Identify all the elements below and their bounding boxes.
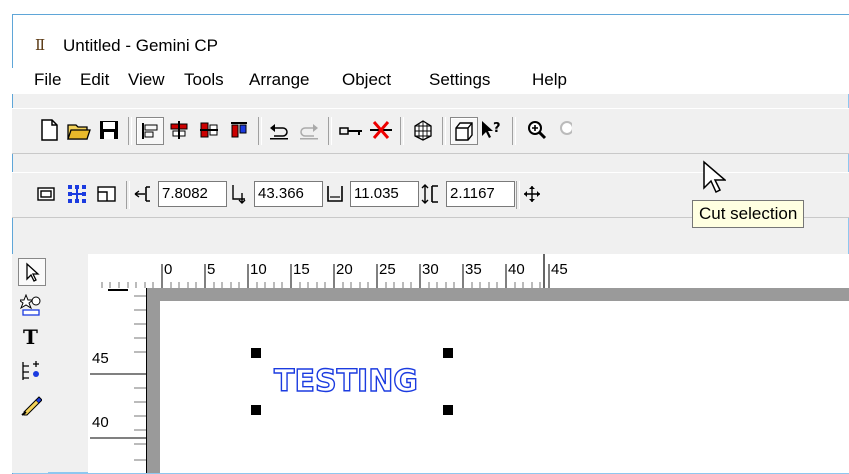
menu-edit[interactable]: Edit — [80, 68, 109, 92]
toolbar-separator — [126, 181, 130, 209]
ruler-label: 40 — [508, 261, 525, 278]
ruler-label: 20 — [336, 261, 353, 278]
cut-selection-icon[interactable] — [450, 117, 478, 145]
menu-object[interactable]: Object — [342, 68, 391, 92]
frame-icon[interactable] — [94, 181, 120, 207]
menu-view[interactable]: View — [128, 68, 165, 92]
node-edit-icon[interactable] — [18, 358, 44, 384]
title-bar: Ⅱ Untitled - Gemini CP — [13, 15, 849, 75]
selection-handle[interactable] — [443, 405, 453, 415]
svg-text:?: ? — [493, 121, 501, 136]
align-left-icon[interactable] — [136, 117, 164, 145]
menu-file[interactable]: File — [34, 68, 61, 92]
canvas-text-object[interactable]: TESTING — [273, 362, 418, 402]
ruler-label: 25 — [379, 261, 396, 278]
group-icon[interactable] — [34, 181, 60, 207]
width-icon — [324, 181, 346, 207]
toolbar-separator — [442, 117, 446, 145]
move-icon[interactable] — [522, 181, 542, 207]
x-position-icon — [132, 181, 152, 207]
select-arrow-icon[interactable] — [18, 258, 46, 286]
vertical-ruler: 45 40 — [88, 288, 147, 473]
toolbar-separator — [258, 117, 262, 145]
grid-cube-icon[interactable] — [410, 117, 436, 143]
ruler-label: 10 — [250, 261, 267, 278]
ruler-label: 30 — [422, 261, 439, 278]
grid-dots-icon[interactable] — [64, 181, 90, 207]
help-pointer-icon[interactable]: ? — [478, 117, 504, 143]
main-toolbar: ? — [12, 108, 849, 154]
pen-tool-icon[interactable] — [18, 392, 44, 418]
open-folder-icon[interactable] — [66, 117, 92, 143]
ruler-label: 0 — [164, 261, 173, 278]
save-icon[interactable] — [96, 117, 122, 143]
zoom-in-icon[interactable] — [524, 117, 550, 143]
ruler-label: 35 — [465, 261, 482, 278]
menu-arrange[interactable]: Arrange — [249, 68, 309, 92]
width-field[interactable]: 11.035 — [350, 181, 419, 207]
menu-tools[interactable]: Tools — [184, 68, 224, 92]
selection-handle[interactable] — [251, 348, 261, 358]
zoom-out-icon[interactable] — [552, 117, 578, 143]
weld-icon[interactable] — [338, 117, 364, 143]
toolbar-separator — [328, 117, 332, 145]
align-center-v-icon[interactable] — [196, 117, 222, 143]
window-title: Untitled - Gemini CP — [63, 36, 218, 55]
selection-handle[interactable] — [251, 405, 261, 415]
shapes-tool-icon[interactable] — [18, 292, 44, 318]
ruler-label: 45 — [551, 261, 568, 278]
y-position-icon — [228, 181, 250, 207]
undo-icon[interactable] — [266, 117, 292, 143]
design-page[interactable] — [160, 301, 849, 473]
cut-path-icon[interactable] — [368, 117, 394, 143]
text-tool-icon[interactable]: T — [18, 324, 44, 350]
align-top-icon[interactable] — [226, 117, 252, 143]
menu-settings[interactable]: Settings — [429, 68, 490, 92]
toolbar-separator — [516, 181, 520, 209]
ruler-label: 5 — [207, 261, 216, 278]
new-file-icon[interactable] — [36, 117, 62, 143]
x-position-field[interactable]: 7.8082 — [158, 181, 227, 207]
ruler-label: 15 — [293, 261, 310, 278]
selection-handle[interactable] — [443, 348, 453, 358]
tool-palette: T — [12, 254, 48, 473]
menu-help[interactable]: Help — [532, 68, 567, 92]
horizontal-ruler: 0 5 10 15 20 25 30 35 40 45 — [88, 254, 849, 289]
gemini-app-icon: Ⅱ — [35, 36, 46, 54]
redo-icon — [296, 117, 322, 143]
height-icon — [420, 181, 442, 207]
mouse-cursor-icon — [703, 160, 726, 194]
y-position-field[interactable]: 43.366 — [254, 181, 323, 207]
svg-text:T: T — [23, 326, 38, 348]
align-center-h-icon[interactable] — [166, 117, 192, 143]
ruler-label: 45 — [92, 350, 109, 367]
toolbar-separator — [128, 117, 132, 145]
ruler-label: 40 — [92, 414, 109, 431]
tooltip-cut-selection: Cut selection — [692, 200, 805, 228]
toolbar-separator — [512, 117, 516, 145]
height-field[interactable]: 2.1167 — [446, 181, 515, 207]
toolbar-separator — [400, 117, 404, 145]
menu-bar: File Edit View Tools Arrange Object Sett… — [12, 68, 849, 94]
